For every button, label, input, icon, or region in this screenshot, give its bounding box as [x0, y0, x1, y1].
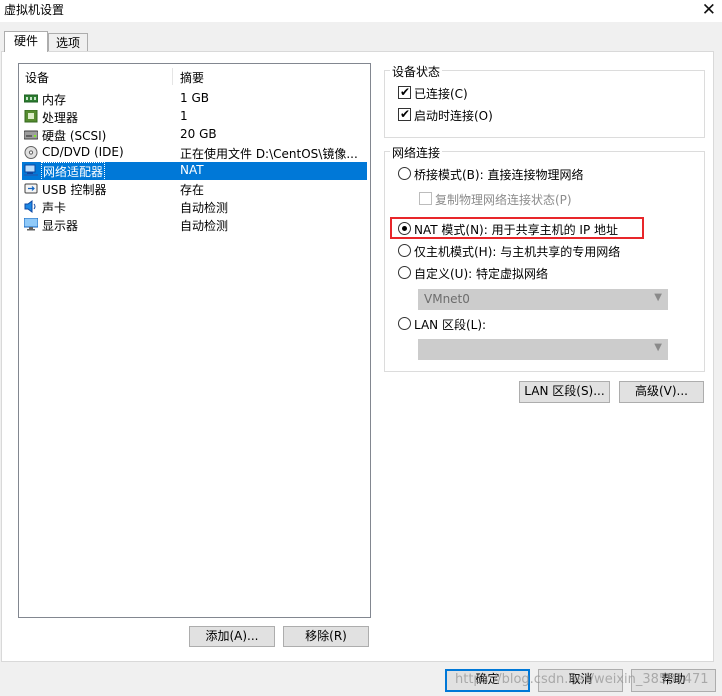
display-icon [24, 218, 38, 231]
device-status-group-title: 设备状态 [390, 63, 443, 80]
device-summary: 自动检测 [180, 219, 229, 233]
device-row-processor[interactable]: 处理器 1 [22, 108, 367, 126]
window-title: 虚拟机设置 [4, 3, 65, 17]
replicate-state-label[interactable]: 复制物理网络连接状态(P) [435, 191, 572, 208]
sound-card-icon [24, 200, 36, 213]
device-summary: 自动检测 [180, 201, 229, 215]
replicate-state-checkbox[interactable] [419, 192, 432, 205]
usb-icon [24, 183, 38, 194]
device-name: 硬盘 (SCSI) [42, 129, 107, 143]
host-only-label[interactable]: 仅主机模式(H): 与主机共享的专用网络 [414, 243, 620, 260]
device-row-sound-card[interactable]: 声卡 自动检测 [22, 198, 367, 216]
title-bar: 虚拟机设置 ✕ [0, 0, 722, 22]
device-row-hard-disk[interactable]: 硬盘 (SCSI) 20 GB [22, 126, 367, 144]
custom-network-value: VMnet0 [424, 292, 470, 306]
column-separator [172, 68, 173, 85]
connect-at-power-on-checkbox[interactable]: ✔ [398, 107, 411, 121]
device-list[interactable]: 设备 摘要 内存 1 GB 处理器 1 硬盘 (SCSI) 20 GB CD/D… [18, 63, 371, 618]
device-name: CD/DVD (IDE) [42, 145, 124, 159]
device-row-usb-controller[interactable]: USB 控制器 存在 [22, 180, 367, 198]
device-row-cd-dvd[interactable]: CD/DVD (IDE) 正在使用文件 D:\CentOS\镜像... [22, 144, 367, 162]
tab-hardware-label: 硬件 [13, 34, 38, 48]
connect-at-power-on-label[interactable]: 启动时连接(O) [414, 107, 493, 124]
device-name: 处理器 [42, 111, 79, 125]
highlight-annotation-box [390, 217, 644, 239]
device-summary: 20 GB [180, 127, 217, 141]
device-name: 内存 [42, 93, 67, 107]
tab-options-label: 选项 [55, 36, 80, 50]
custom-network-select[interactable]: VMnet0 ▼ [418, 289, 668, 310]
host-only-radio[interactable] [398, 244, 411, 257]
device-row-memory[interactable]: 内存 1 GB [22, 90, 367, 108]
chevron-down-icon: ▼ [654, 342, 662, 353]
device-name: 显示器 [42, 219, 79, 233]
lan-segment-label[interactable]: LAN 区段(L): [414, 316, 486, 333]
device-summary: 1 GB [180, 91, 209, 105]
custom-label[interactable]: 自定义(U): 特定虚拟网络 [414, 265, 548, 282]
connected-label[interactable]: 已连接(C) [414, 85, 468, 102]
lan-segment-radio[interactable] [398, 317, 411, 330]
lan-segments-button[interactable]: LAN 区段(S)... [519, 381, 610, 403]
tab-hardware[interactable]: 硬件 [4, 31, 48, 52]
lan-segment-select[interactable]: ▼ [418, 339, 668, 360]
remove-device-button[interactable]: 移除(R) [283, 626, 369, 647]
device-summary: 1 [180, 109, 188, 123]
checkmark-icon: ✔ [400, 85, 411, 99]
custom-radio[interactable] [398, 266, 411, 279]
network-connection-group-title: 网络连接 [390, 144, 443, 161]
device-summary: 存在 [180, 183, 205, 197]
device-row-network-adapter[interactable]: 网络适配器 NAT [22, 162, 367, 181]
network-adapter-icon [24, 164, 38, 176]
device-summary: 正在使用文件 D:\CentOS\镜像... [180, 147, 358, 161]
close-icon[interactable]: ✕ [702, 0, 716, 20]
connected-checkbox[interactable]: ✔ [398, 85, 411, 99]
device-summary: NAT [180, 163, 204, 177]
bridged-radio[interactable] [398, 167, 411, 180]
column-header-device[interactable]: 设备 [25, 69, 49, 85]
device-name: 网络适配器 [41, 162, 106, 181]
watermark-text: https://blog.csdn.net/weixin_38531471 [455, 672, 709, 687]
chevron-down-icon: ▼ [654, 292, 662, 303]
device-name: 声卡 [42, 201, 67, 215]
hard-disk-icon [24, 130, 38, 140]
memory-icon [24, 94, 38, 103]
cd-dvd-icon [24, 146, 38, 159]
device-name: USB 控制器 [42, 183, 107, 197]
column-header-summary[interactable]: 摘要 [180, 69, 204, 85]
checkmark-icon: ✔ [400, 107, 411, 121]
device-row-display[interactable]: 显示器 自动检测 [22, 216, 367, 234]
bridged-label[interactable]: 桥接模式(B): 直接连接物理网络 [414, 166, 583, 183]
advanced-button[interactable]: 高级(V)... [619, 381, 704, 403]
tab-options[interactable]: 选项 [48, 33, 88, 51]
add-device-button[interactable]: 添加(A)... [189, 626, 275, 647]
processor-icon [24, 110, 38, 123]
device-status-group [384, 70, 705, 138]
